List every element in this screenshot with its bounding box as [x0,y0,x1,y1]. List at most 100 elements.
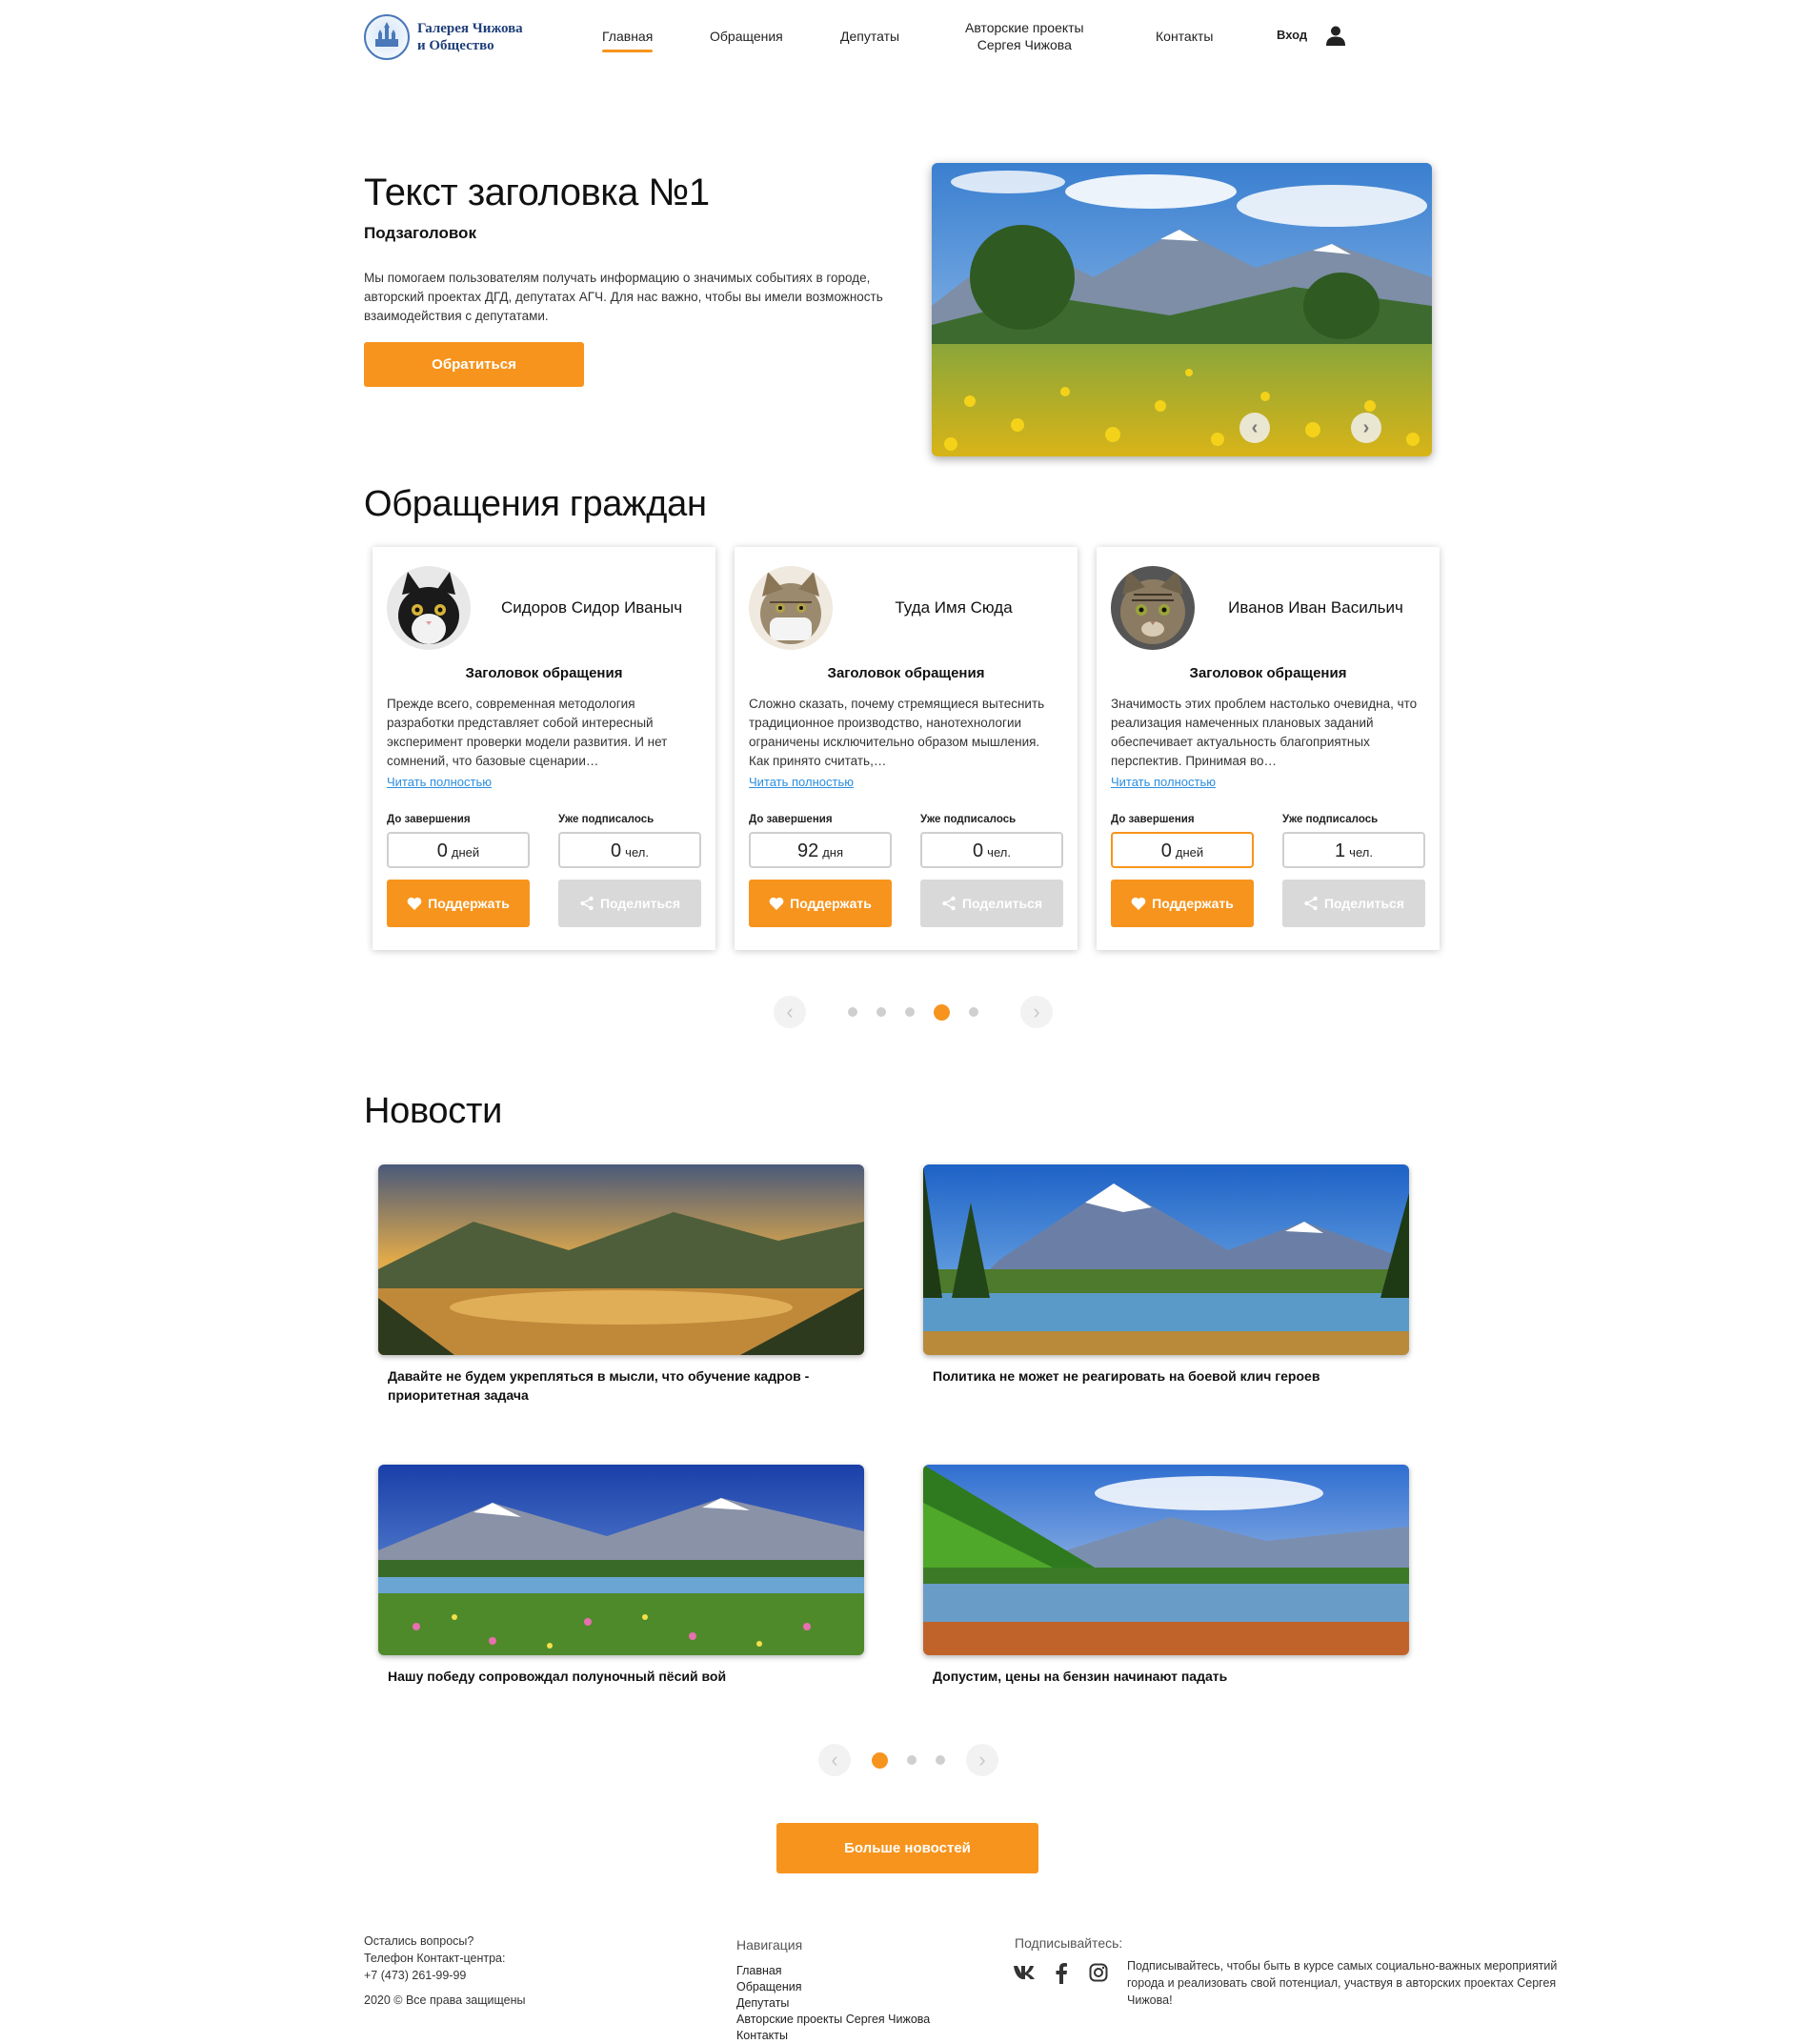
share-label: Поделиться [599,896,681,911]
signed-number: 0 [973,840,984,861]
support-label: Поддержать [1152,896,1234,911]
days-left-value: 0 дней [387,832,530,868]
footer-contacts: Остались вопросы? Телефон Контакт-центра… [364,1933,526,2009]
footer-nav: Главная Обращения Депутаты Авторские про… [736,1963,930,2044]
appeal-card: Туда Имя Сюда Заголовок обращения Сложно… [735,547,1078,950]
share-icon [580,896,594,911]
appeal-author-name: Иванов Иван Васильич [1228,598,1403,617]
avatar [1111,566,1195,650]
hero-description: Мы помогаем пользователям получать инфор… [364,271,883,323]
facebook-icon[interactable] [1055,1963,1068,1990]
days-unit: дней [1175,845,1204,860]
nav-author-projects[interactable]: Авторские проекты Сергея Чижова [965,19,1084,53]
pager-next-arrow-icon[interactable]: › [1020,996,1053,1028]
share-button[interactable]: Поделиться [920,880,1063,927]
days-number: 0 [1160,840,1172,861]
days-left-value: 92 дня [749,832,892,868]
signed-number: 1 [1335,840,1346,861]
footer-phone-label: Телефон Контакт-центра: [364,1952,506,1965]
news-item[interactable]: Нашу победу сопровождал полуночный пёсий… [378,1465,864,1686]
footer-phone[interactable]: +7 (473) 261-99-99 [364,1967,526,1984]
footer-nav-contacts[interactable]: Контакты [736,2028,930,2044]
site-logo[interactable]: Галерея Чижова и Общество [364,14,541,60]
support-button[interactable]: Поддержать [1111,880,1254,927]
hero-prev-arrow-icon[interactable]: ‹ [1239,413,1270,443]
hero-slider[interactable]: ‹ › [932,163,1432,456]
signed-unit: чел. [987,845,1011,860]
pager-prev-arrow-icon[interactable]: ‹ [818,1744,851,1776]
news-image [923,1465,1409,1655]
hero-next-arrow-icon[interactable]: › [1351,413,1381,443]
pager-dot[interactable] [907,1755,917,1765]
footer-nav-home[interactable]: Главная [736,1963,930,1979]
share-icon [942,896,956,911]
user-icon[interactable] [1325,25,1346,46]
signed-value: 1 чел. [1282,832,1425,868]
signed-value: 0 чел. [558,832,701,868]
days-unit: дней [451,845,480,860]
days-number: 0 [436,840,448,861]
nav-contacts[interactable]: Контакты [1156,28,1213,45]
contact-button[interactable]: Обратиться [364,342,584,387]
site-header: Галерея Чижова и Общество Главная Обраще… [0,0,1813,76]
days-left-label: До завершения [749,814,833,825]
appeal-author-name: Туда Имя Сюда [895,598,1013,617]
nav-home[interactable]: Главная [602,28,654,52]
support-button[interactable]: Поддержать [387,880,530,927]
pager-dot[interactable] [936,1755,945,1765]
read-more-link[interactable]: Читать полностью [749,775,854,789]
news-item[interactable]: Политика не может не реагировать на боев… [923,1164,1409,1386]
share-label: Поделиться [961,896,1043,911]
appeal-title: Заголовок обращения [827,665,985,681]
days-left-label: До завершения [1111,814,1195,825]
pager-dot[interactable] [905,1007,915,1017]
footer-nav-title: Навигация [736,1937,803,1953]
news-caption: Нашу победу сопровождал полуночный пёсий… [388,1669,727,1684]
appeal-author-name: Сидоров Сидор Иваныч [500,598,683,617]
logo-title-line2: и Общество [417,38,494,53]
signed-number: 0 [611,840,622,861]
footer-nav-appeals[interactable]: Обращения [736,1979,930,1995]
appeal-card: Иванов Иван Васильич Заголовок обращения… [1097,547,1440,950]
appeal-title: Заголовок обращения [465,665,623,681]
share-label: Поделиться [1323,896,1405,911]
support-button[interactable]: Поддержать [749,880,892,927]
pager-dot[interactable] [848,1007,857,1017]
news-caption: Политика не может не реагировать на боев… [933,1368,1320,1384]
appeal-text: Значимость этих проблем настолько очевид… [1111,697,1418,768]
nav-author-projects-line1: Авторские проекты [965,20,1084,35]
appeal-text: Сложно сказать, почему стремящиеся вытес… [749,697,1045,768]
more-news-button[interactable]: Больше новостей [776,1823,1038,1873]
share-button[interactable]: Поделиться [558,880,701,927]
support-label: Поддержать [428,896,510,911]
news-image [378,1164,864,1355]
nav-author-projects-line2: Сергея Чижова [977,37,1072,52]
read-more-link[interactable]: Читать полностью [1111,775,1216,789]
nav-appeals[interactable]: Обращения [710,28,783,45]
days-number: 92 [796,840,819,861]
instagram-icon[interactable] [1089,1963,1108,1988]
avatar [387,566,471,650]
nav-deputies[interactable]: Депутаты [840,28,899,45]
pager-dot[interactable] [876,1007,886,1017]
pager-dot-active[interactable] [934,1003,950,1021]
logo-title-line1: Галерея Чижова [417,21,523,36]
pager-dot[interactable] [969,1007,978,1017]
heart-icon [1131,897,1146,910]
news-image [923,1164,1409,1355]
pager-next-arrow-icon[interactable]: › [966,1744,998,1776]
login-link[interactable]: Вход [1277,28,1307,42]
pager-prev-arrow-icon[interactable]: ‹ [774,996,806,1028]
news-item[interactable]: Допустим, цены на бензин начинают падать [923,1465,1409,1686]
hero-title: Текст заголовка №1 [364,172,710,213]
news-item[interactable]: Давайте не будем укрепляться в мысли, чт… [378,1164,864,1405]
signed-label: Уже подписалось [920,814,1017,825]
news-caption: Допустим, цены на бензин начинают падать [933,1669,1228,1684]
footer-nav-deputies[interactable]: Депутаты [736,1995,930,2012]
footer-nav-author-projects[interactable]: Авторские проекты Сергея Чижова [736,2012,930,2028]
vk-icon[interactable] [1013,1963,1037,1986]
share-button[interactable]: Поделиться [1282,880,1425,927]
read-more-link[interactable]: Читать полностью [387,775,492,789]
share-icon [1304,896,1318,911]
pager-dot-active[interactable] [872,1751,888,1769]
